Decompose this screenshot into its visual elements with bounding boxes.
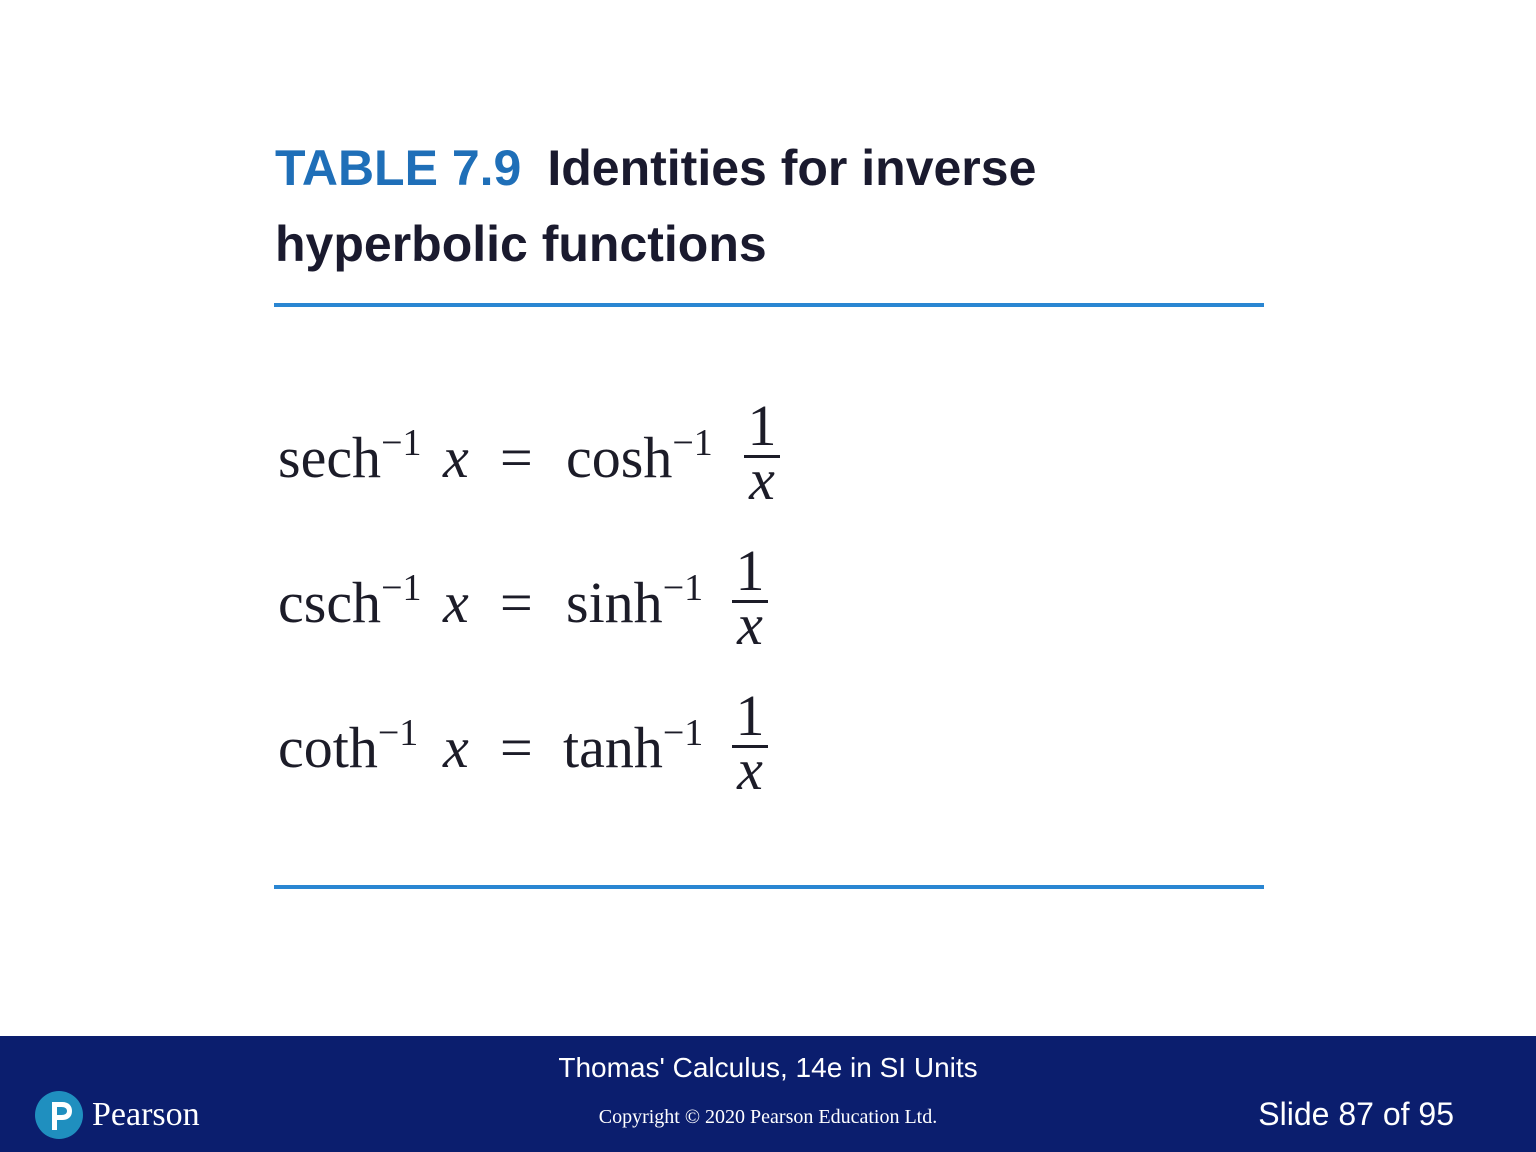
pearson-p-logo-icon [35,1091,83,1139]
lhs-variable: x [443,425,469,490]
table-label: TABLE 7.9 [275,140,522,196]
bottom-divider [274,885,1264,889]
reciprocal-fraction: 1 x [730,538,770,657]
lhs-function: csch−1 [278,567,422,635]
lhs-variable: x [443,715,469,780]
reciprocal-fraction: 1 x [742,393,782,512]
slide-heading: TABLE 7.9 Identities for inverse hyperbol… [275,130,1275,282]
lhs-function: sech−1 [278,422,422,490]
fraction-numerator: 1 [735,538,765,603]
logo-text: Pearson [92,1096,200,1133]
rhs-exponent: −1 [662,567,704,609]
rhs-function: tanh−1 [563,712,704,780]
equals-sign: = [500,570,533,635]
fraction-denominator: x [737,592,763,657]
lhs-exponent: −1 [377,712,419,754]
lhs-exponent: −1 [381,422,422,464]
rhs-exponent: −1 [672,422,713,464]
rhs-function: sinh−1 [566,567,704,635]
equals-sign: = [500,715,533,780]
fraction-numerator: 1 [735,683,765,748]
slide-number: Slide 87 of 95 [1258,1096,1454,1132]
slide: TABLE 7.9 Identities for inverse hyperbol… [0,0,1536,1152]
lhs-variable: x [443,570,469,635]
fraction-numerator: 1 [747,393,777,458]
rhs-exponent: −1 [662,712,704,754]
book-title: Thomas' Calculus, 14e in SI Units [558,1052,978,1083]
lhs-function: coth−1 [278,712,419,780]
slide-footer: Thomas' Calculus, 14e in SI Units Copyri… [0,1036,1536,1152]
reciprocal-fraction: 1 x [730,683,770,802]
fraction-denominator: x [749,447,775,512]
fraction-denominator: x [737,737,763,802]
equals-sign: = [500,425,533,490]
pearson-logo: Pearson [34,1088,200,1142]
lhs-exponent: −1 [381,567,422,609]
top-divider [274,303,1264,307]
rhs-function: cosh−1 [566,422,713,490]
